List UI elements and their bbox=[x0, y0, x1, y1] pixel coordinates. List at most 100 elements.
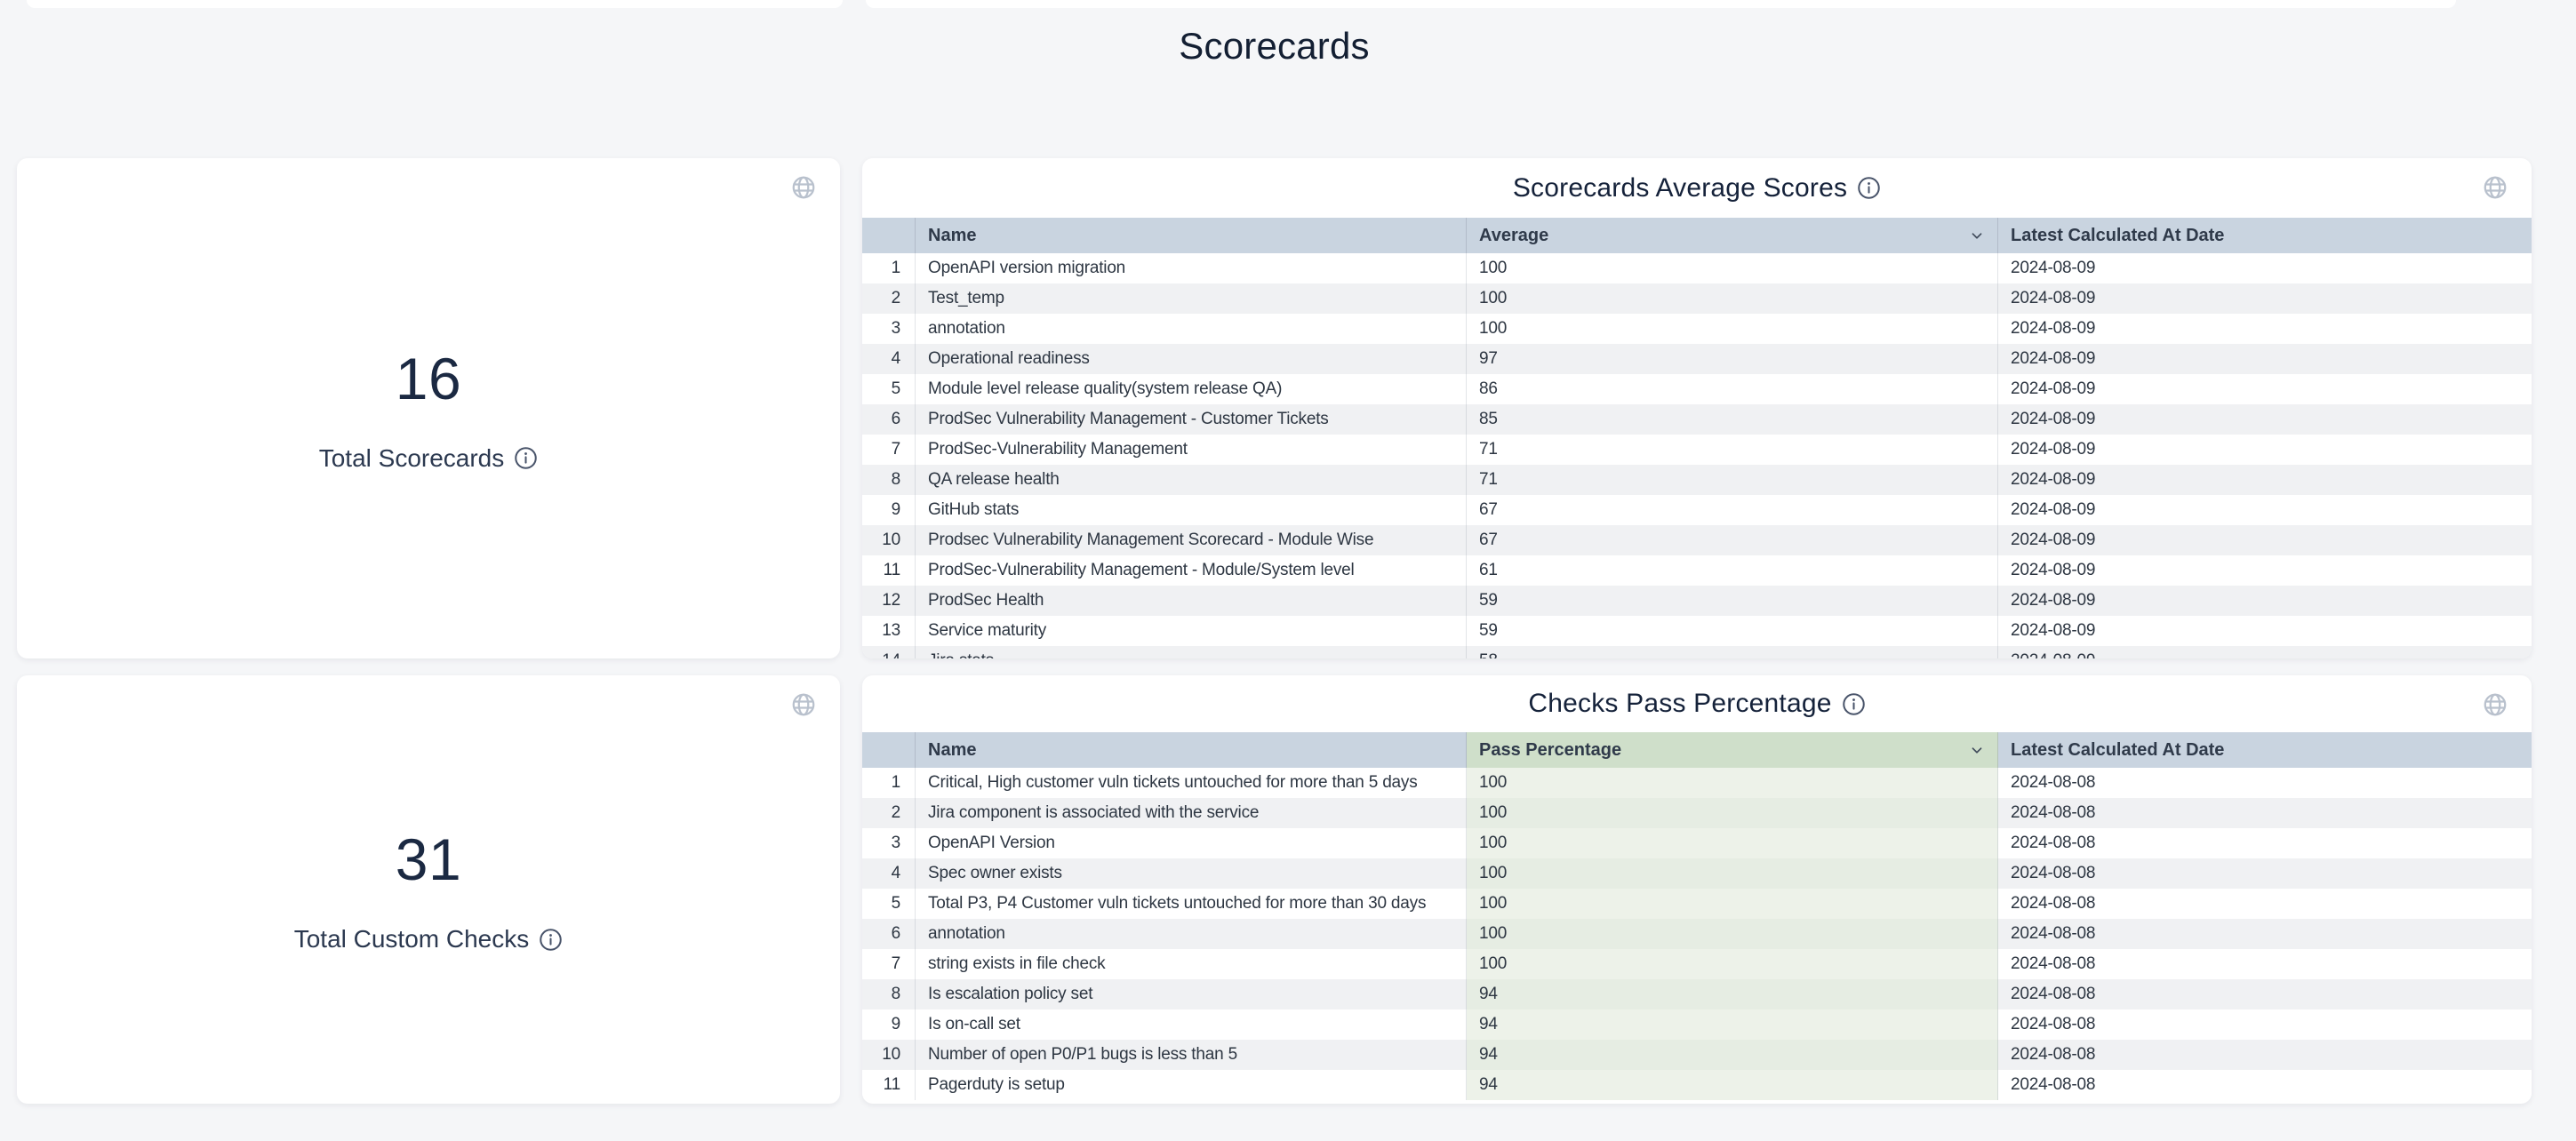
row-index: 14 bbox=[862, 646, 916, 658]
row-name: ProdSec Health bbox=[916, 586, 1467, 616]
row-date: 2024-08-09 bbox=[1998, 314, 2532, 344]
table-row[interactable]: 3annotation1002024-08-09 bbox=[862, 314, 2532, 344]
row-date: 2024-08-09 bbox=[1998, 344, 2532, 374]
stat-value: 31 bbox=[396, 826, 461, 893]
table-row[interactable]: 9GitHub stats672024-08-09 bbox=[862, 495, 2532, 525]
table-row[interactable]: 4Operational readiness972024-08-09 bbox=[862, 344, 2532, 374]
row-value: 100 bbox=[1467, 828, 1998, 858]
table-row[interactable]: 1Critical, High customer vuln tickets un… bbox=[862, 768, 2532, 798]
row-value: 100 bbox=[1467, 253, 1998, 283]
chevron-down-icon[interactable] bbox=[1967, 226, 1987, 245]
row-date: 2024-08-09 bbox=[1998, 435, 2532, 465]
row-name: ProdSec-Vulnerability Management - Modul… bbox=[916, 555, 1467, 586]
table-row[interactable]: 14Jira stats582024-08-09 bbox=[862, 646, 2532, 658]
table-row[interactable]: 4Spec owner exists1002024-08-08 bbox=[862, 858, 2532, 889]
table-row[interactable]: 5Module level release quality(system rel… bbox=[862, 374, 2532, 404]
table-row[interactable]: 8Is escalation policy set942024-08-08 bbox=[862, 979, 2532, 1009]
info-icon[interactable] bbox=[514, 446, 538, 470]
row-name: GitHub stats bbox=[916, 495, 1467, 525]
table-row[interactable]: 13Service maturity592024-08-09 bbox=[862, 616, 2532, 646]
row-index: 7 bbox=[862, 435, 916, 465]
row-value: 97 bbox=[1467, 344, 1998, 374]
globe-icon bbox=[2482, 174, 2508, 201]
table-row[interactable]: 10Prodsec Vulnerability Management Score… bbox=[862, 525, 2532, 555]
globe-icon bbox=[790, 174, 817, 201]
row-value: 85 bbox=[1467, 404, 1998, 435]
table-row[interactable]: 3OpenAPI Version1002024-08-08 bbox=[862, 828, 2532, 858]
row-index: 4 bbox=[862, 858, 916, 889]
row-value: 59 bbox=[1467, 616, 1998, 646]
row-date: 2024-08-09 bbox=[1998, 374, 2532, 404]
row-value: 94 bbox=[1467, 1070, 1998, 1100]
scorecards-average-scores-widget: Scorecards Average Scores Name Average L… bbox=[862, 158, 2532, 658]
header-row-index bbox=[862, 218, 916, 253]
row-index: 7 bbox=[862, 949, 916, 979]
row-index: 6 bbox=[862, 404, 916, 435]
row-date: 2024-08-09 bbox=[1998, 616, 2532, 646]
header-name[interactable]: Name bbox=[916, 732, 1467, 768]
row-index: 11 bbox=[862, 1070, 916, 1100]
row-value: 100 bbox=[1467, 768, 1998, 798]
row-index: 9 bbox=[862, 495, 916, 525]
table-row[interactable]: 8QA release health712024-08-09 bbox=[862, 465, 2532, 495]
table-row[interactable]: 6annotation1002024-08-08 bbox=[862, 919, 2532, 949]
row-index: 12 bbox=[862, 586, 916, 616]
row-index: 5 bbox=[862, 889, 916, 919]
row-date: 2024-08-08 bbox=[1998, 1040, 2532, 1070]
row-date: 2024-08-08 bbox=[1998, 768, 2532, 798]
table-row[interactable]: 6ProdSec Vulnerability Management - Cust… bbox=[862, 404, 2532, 435]
header-latest-calculated-at-date[interactable]: Latest Calculated At Date bbox=[1998, 732, 2532, 768]
globe-icon bbox=[790, 691, 817, 718]
row-value: 94 bbox=[1467, 1040, 1998, 1070]
row-date: 2024-08-08 bbox=[1998, 919, 2532, 949]
chevron-down-icon[interactable] bbox=[1967, 740, 1987, 760]
row-value: 94 bbox=[1467, 979, 1998, 1009]
table-body: 1Critical, High customer vuln tickets un… bbox=[862, 768, 2532, 1100]
total-scorecards-card: 16 Total Scorecards bbox=[17, 158, 840, 658]
stat-label: Total Custom Checks bbox=[294, 925, 530, 953]
row-date: 2024-08-08 bbox=[1998, 889, 2532, 919]
row-name: Spec owner exists bbox=[916, 858, 1467, 889]
row-date: 2024-08-09 bbox=[1998, 586, 2532, 616]
info-icon[interactable] bbox=[1857, 176, 1881, 200]
table-row[interactable]: 2Jira component is associated with the s… bbox=[862, 798, 2532, 828]
total-custom-checks-card: 31 Total Custom Checks bbox=[17, 675, 840, 1104]
table-row[interactable]: 11Pagerduty is setup942024-08-08 bbox=[862, 1070, 2532, 1100]
header-latest-calculated-at-date[interactable]: Latest Calculated At Date bbox=[1998, 218, 2532, 253]
table-row[interactable]: 7ProdSec-Vulnerability Management712024-… bbox=[862, 435, 2532, 465]
table-row[interactable]: 2Test_temp1002024-08-09 bbox=[862, 283, 2532, 314]
table-row[interactable]: 1OpenAPI version migration1002024-08-09 bbox=[862, 253, 2532, 283]
row-date: 2024-08-09 bbox=[1998, 253, 2532, 283]
info-icon[interactable] bbox=[539, 928, 563, 952]
row-date: 2024-08-09 bbox=[1998, 555, 2532, 586]
row-index: 9 bbox=[862, 1009, 916, 1040]
row-date: 2024-08-08 bbox=[1998, 858, 2532, 889]
info-icon[interactable] bbox=[1842, 692, 1866, 716]
stat-label: Total Scorecards bbox=[319, 444, 505, 473]
row-value: 61 bbox=[1467, 555, 1998, 586]
row-date: 2024-08-09 bbox=[1998, 495, 2532, 525]
table-row[interactable]: 7string exists in file check1002024-08-0… bbox=[862, 949, 2532, 979]
checks-pass-percentage-widget: Checks Pass Percentage Name Pass Percent… bbox=[862, 675, 2532, 1104]
clipped-card-above-left bbox=[27, 0, 843, 8]
row-value: 71 bbox=[1467, 465, 1998, 495]
table-header-row: Name Pass Percentage Latest Calculated A… bbox=[862, 732, 2532, 768]
header-name[interactable]: Name bbox=[916, 218, 1467, 253]
table-row[interactable]: 9Is on-call set942024-08-08 bbox=[862, 1009, 2532, 1040]
table-row[interactable]: 5Total P3, P4 Customer vuln tickets unto… bbox=[862, 889, 2532, 919]
table-row[interactable]: 10Number of open P0/P1 bugs is less than… bbox=[862, 1040, 2532, 1070]
header-average[interactable]: Average bbox=[1467, 218, 1998, 253]
row-date: 2024-08-09 bbox=[1998, 525, 2532, 555]
table-row[interactable]: 12ProdSec Health592024-08-09 bbox=[862, 586, 2532, 616]
row-value: 100 bbox=[1467, 858, 1998, 889]
row-index: 2 bbox=[862, 283, 916, 314]
row-date: 2024-08-08 bbox=[1998, 1009, 2532, 1040]
table-row[interactable]: 11ProdSec-Vulnerability Management - Mod… bbox=[862, 555, 2532, 586]
row-value: 67 bbox=[1467, 495, 1998, 525]
header-row-index bbox=[862, 732, 916, 768]
row-name: ProdSec-Vulnerability Management bbox=[916, 435, 1467, 465]
row-index: 3 bbox=[862, 828, 916, 858]
row-value: 59 bbox=[1467, 586, 1998, 616]
header-pass-percentage[interactable]: Pass Percentage bbox=[1467, 732, 1998, 768]
row-date: 2024-08-09 bbox=[1998, 465, 2532, 495]
